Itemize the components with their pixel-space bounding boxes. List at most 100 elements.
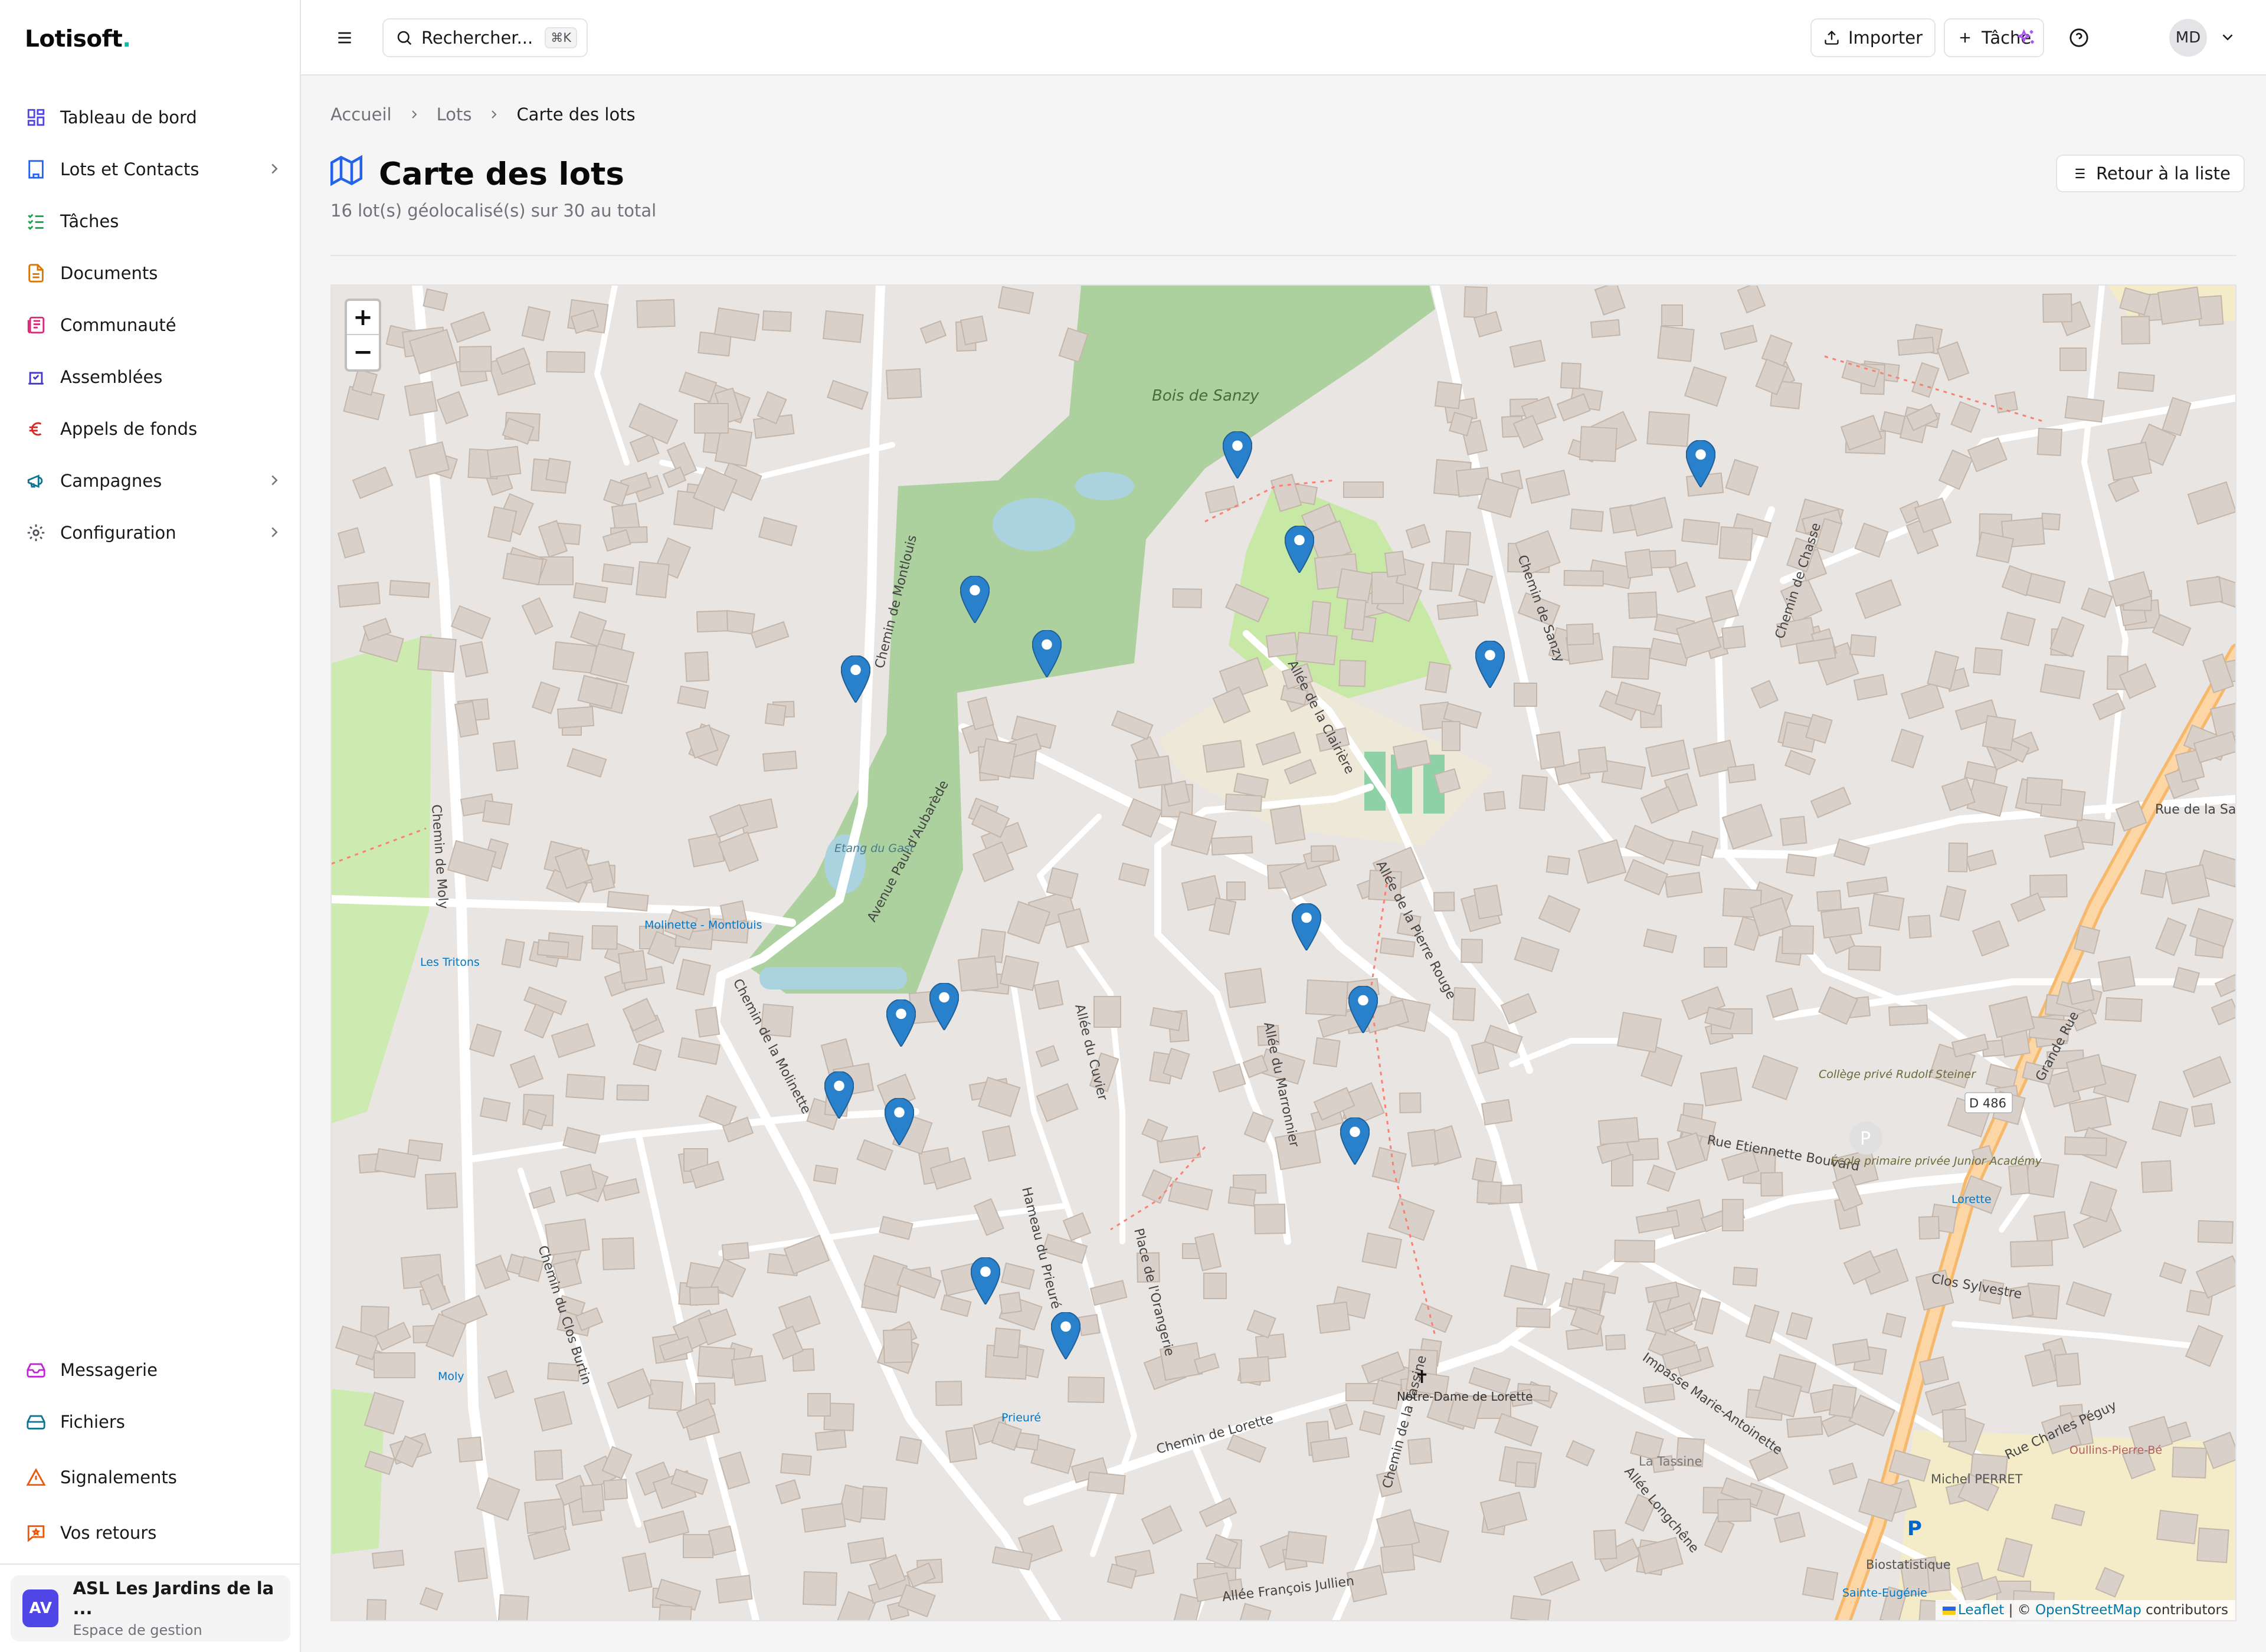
main-nav: Tableau de bord Lots et Contacts Tâches …	[12, 91, 289, 559]
lot-marker-icon[interactable]	[1222, 431, 1253, 480]
app-logo[interactable]: Lotisoft.	[25, 22, 131, 55]
newspaper-icon	[25, 314, 47, 336]
help-button[interactable]	[2065, 24, 2093, 52]
header-divider	[330, 255, 2236, 256]
lot-marker-icon[interactable]	[1284, 525, 1315, 574]
sidebar-divider	[0, 1564, 301, 1565]
search-input[interactable]: Rechercher... ⌘K	[382, 18, 588, 57]
sidebar-item-label: Configuration	[60, 523, 176, 543]
logo-dot: .	[122, 25, 131, 53]
map-label: Les Tritons	[420, 956, 480, 969]
hard-drive-icon	[25, 1411, 47, 1433]
map-label: D 486	[1969, 1096, 2006, 1110]
lot-marker-icon[interactable]	[1291, 903, 1322, 952]
map-label: Oullins-Pierre-Bé	[2069, 1444, 2162, 1457]
sidebar-item-reports[interactable]: Signalements	[12, 1448, 289, 1507]
chevron-down-icon[interactable]	[2219, 28, 2236, 46]
sidebar: Lotisoft. Tableau de bord Lots et Contac…	[0, 0, 301, 1652]
attribution-separator: | ©	[2004, 1602, 2035, 1618]
osm-link[interactable]: OpenStreetMap	[2035, 1602, 2141, 1618]
breadcrumb-lots[interactable]: Lots	[437, 104, 472, 124]
secondary-nav: Messagerie Fichiers Signalements Vos ret…	[12, 1344, 289, 1559]
sidebar-item-community[interactable]: Communauté	[12, 299, 289, 351]
sidebar-item-tasks[interactable]: Tâches	[12, 195, 289, 247]
topbar: Rechercher... ⌘K Importer Tâche MD	[301, 0, 2266, 76]
sidebar-item-files[interactable]: Fichiers	[12, 1396, 289, 1448]
map-label: Rue de la Sarra	[2155, 802, 2236, 817]
list-icon	[2072, 168, 2085, 179]
map-label: Molinette - Montlouis	[644, 919, 762, 932]
ai-sparkles-button[interactable]	[2012, 24, 2041, 52]
lot-marker-icon[interactable]	[970, 1257, 1001, 1306]
sidebar-item-dashboard[interactable]: Tableau de bord	[12, 91, 289, 143]
sidebar-item-configuration[interactable]: Configuration	[12, 507, 289, 559]
map-label: Notre-Dame de Lorette	[1397, 1389, 1533, 1404]
map-label: École primaire privée Junior Académy	[1831, 1154, 2042, 1168]
organization-switcher[interactable]: AV ASL Les Jardins de la ... Espace de g…	[11, 1575, 290, 1641]
zoom-in-button[interactable]: +	[347, 301, 379, 335]
lot-marker-icon[interactable]	[1340, 1117, 1370, 1166]
hamburger-icon	[338, 32, 351, 44]
sidebar-item-label: Messagerie	[60, 1360, 158, 1380]
sparkles-icon	[2016, 29, 2034, 44]
import-button[interactable]: Importer	[1810, 18, 1936, 57]
sidebar-item-lots-contacts[interactable]: Lots et Contacts	[12, 143, 289, 195]
map-icon	[330, 155, 362, 194]
sidebar-item-label: Appels de fonds	[60, 419, 198, 439]
map-attribution: Leaflet | © OpenStreetMap contributors	[1935, 1600, 2235, 1620]
lot-marker-icon[interactable]	[1050, 1312, 1081, 1361]
zoom-control: + −	[345, 299, 381, 372]
sidebar-item-label: Documents	[60, 263, 158, 283]
sidebar-item-label: Communauté	[60, 315, 176, 335]
map-label: Prieuré	[1001, 1411, 1041, 1424]
chevron-right-icon	[492, 110, 497, 119]
svg-text:P: P	[1860, 1129, 1871, 1149]
back-to-list-button[interactable]: Retour à la liste	[2056, 155, 2245, 192]
lot-marker-icon[interactable]	[929, 982, 960, 1031]
breadcrumb-home[interactable]: Accueil	[330, 104, 392, 124]
back-label: Retour à la liste	[2096, 163, 2231, 183]
svg-text:P: P	[1907, 1517, 1922, 1540]
vote-icon	[25, 366, 47, 388]
map-tiles[interactable]: Bois de Sanzy Chemin de Montlouis Avenue…	[332, 286, 2236, 1621]
sidebar-item-campaigns[interactable]: Campagnes	[12, 455, 289, 507]
lot-marker-icon[interactable]	[824, 1071, 854, 1120]
zoom-out-button[interactable]: −	[347, 335, 379, 369]
map-label: Sainte-Eugénie	[1842, 1587, 1927, 1599]
breadcrumb-current: Carte des lots	[516, 104, 636, 124]
chevron-right-icon	[411, 110, 417, 119]
lots-map[interactable]: Bois de Sanzy Chemin de Montlouis Avenue…	[330, 284, 2236, 1621]
page-title: Carte des lots	[330, 155, 624, 194]
import-label: Importer	[1848, 28, 1923, 48]
sidebar-item-documents[interactable]: Documents	[12, 247, 289, 299]
org-subtitle: Espace de gestion	[73, 1622, 202, 1638]
lot-marker-icon[interactable]	[1475, 640, 1505, 689]
logo-text: Lotisoft	[25, 25, 123, 53]
sidebar-item-messaging[interactable]: Messagerie	[12, 1344, 289, 1396]
megaphone-icon	[25, 470, 47, 492]
sidebar-item-assemblies[interactable]: Assemblées	[12, 351, 289, 403]
sidebar-item-funds[interactable]: Appels de fonds	[12, 403, 289, 455]
lot-marker-icon[interactable]	[1685, 440, 1716, 489]
lot-marker-icon[interactable]	[840, 655, 871, 704]
lot-marker-icon[interactable]	[960, 575, 990, 624]
sidebar-item-feedback[interactable]: Vos retours	[12, 1507, 289, 1559]
sidebar-item-label: Lots et Contacts	[60, 159, 199, 179]
attribution-tail: contributors	[2141, 1602, 2228, 1618]
search-shortcut: ⌘K	[545, 27, 578, 48]
plus-icon	[1960, 32, 1970, 43]
document-icon	[25, 262, 47, 284]
lot-marker-icon[interactable]	[1348, 985, 1378, 1034]
lot-marker-icon[interactable]	[886, 999, 916, 1048]
user-avatar[interactable]: MD	[2169, 19, 2207, 57]
org-avatar: AV	[22, 1589, 59, 1627]
sidebar-item-label: Tâches	[60, 211, 119, 231]
sidebar-item-label: Vos retours	[60, 1523, 157, 1543]
map-label: Moly	[438, 1370, 464, 1383]
org-name: ASL Les Jardins de la ...	[73, 1578, 274, 1618]
menu-toggle-button[interactable]	[330, 24, 359, 52]
leaflet-link[interactable]: Leaflet	[1958, 1602, 2004, 1618]
lot-marker-icon[interactable]	[1032, 630, 1062, 678]
search-placeholder: Rechercher...	[421, 28, 533, 48]
lot-marker-icon[interactable]	[884, 1097, 915, 1146]
